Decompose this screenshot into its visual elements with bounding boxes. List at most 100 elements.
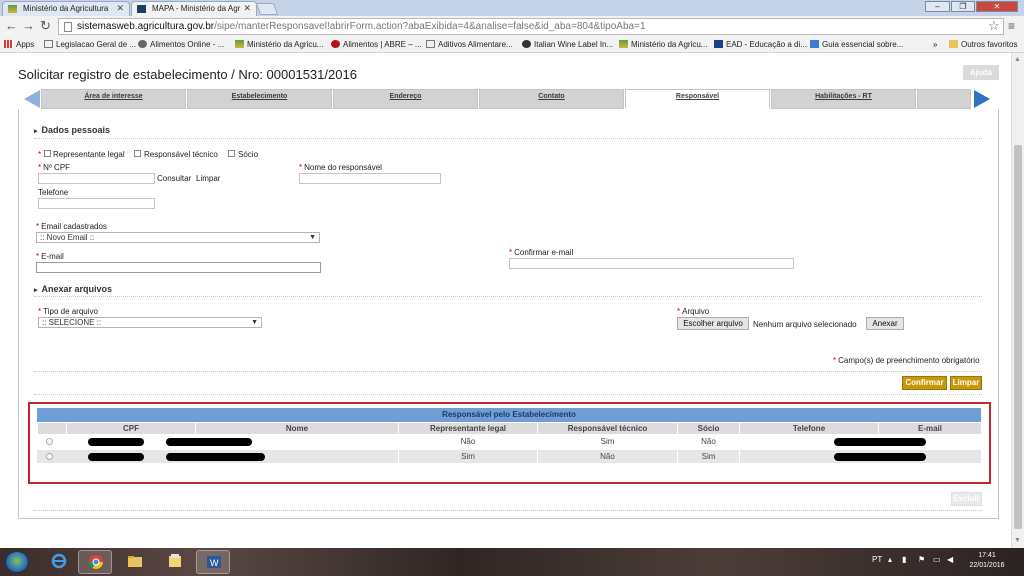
checkbox-technical-responsible[interactable] [134, 150, 141, 157]
cell-partner: Não [677, 435, 739, 448]
maximize-button[interactable]: ❐ [951, 1, 975, 12]
cell-legal: Não [398, 435, 537, 448]
scroll-up-icon[interactable]: ▲ [1014, 56, 1021, 63]
reload-icon[interactable]: ↻ [40, 18, 51, 34]
word-icon: W [207, 556, 221, 568]
ministry-favicon-icon [235, 40, 244, 48]
email-registered-select[interactable]: :: Novo Email :: ▼ [36, 232, 320, 243]
confirm-email-input[interactable] [509, 258, 794, 269]
bookmark-item[interactable]: Guia essencial sobre... [810, 40, 903, 49]
name-input[interactable] [299, 173, 441, 184]
file-type-select[interactable]: :: SELECIONE :: ▼ [38, 317, 262, 328]
clear-cpf-button[interactable]: Limpar [196, 174, 220, 183]
monitor-icon[interactable]: ▭ [933, 555, 941, 564]
redacted-cpf [88, 453, 144, 461]
next-tab-arrow-icon[interactable] [974, 90, 990, 108]
taskbar-libraries[interactable] [158, 550, 192, 574]
confirm-email-label: * Confirmar e-mail [509, 248, 574, 257]
volume-icon[interactable]: ◀ [947, 555, 953, 564]
checkbox-legal-representative[interactable] [44, 150, 51, 157]
tab-estabelecimento[interactable]: Estabelecimento [187, 89, 332, 109]
clock-time: 17:41 [978, 552, 996, 559]
language-indicator[interactable]: PT [872, 555, 882, 564]
tab-contato[interactable]: Contato [479, 89, 624, 109]
table-row[interactable]: Não Sim Não [37, 435, 981, 448]
browser-tab-active[interactable]: MAPA - Ministério da Agr ✕ [131, 1, 257, 16]
bookmark-item[interactable]: Legislacao Geral de ... [44, 40, 136, 49]
divider [34, 138, 982, 139]
redacted-cpf [88, 438, 144, 446]
table-header-cell: Sócio [677, 423, 739, 434]
browser-tab-title: MAPA - Ministério da Agr [152, 4, 241, 13]
bookmark-item[interactable]: Ministério da Agricu... [619, 40, 707, 49]
email-input[interactable] [36, 262, 321, 273]
address-bar[interactable]: sistemasweb.agricultura.gov.br/sipe/mant… [58, 18, 1004, 35]
tab-habilitacoes-rt[interactable]: Habilitações - RT [771, 89, 916, 109]
cpf-input[interactable] [38, 173, 155, 184]
confirm-button[interactable]: Confirmar [902, 376, 947, 390]
page-icon [44, 40, 53, 48]
scroll-down-icon[interactable]: ▼ [1014, 537, 1021, 544]
consult-button[interactable]: Consultar [157, 174, 191, 183]
new-tab-button[interactable] [255, 3, 279, 15]
close-tab-icon[interactable]: ✕ [243, 3, 251, 14]
page-title: Solicitar registro de estabelecimento / … [18, 67, 357, 82]
chrome-icon [89, 555, 103, 569]
divider [34, 510, 982, 511]
clock[interactable]: 17:41 22/01/2016 [962, 551, 1012, 571]
flag-icon[interactable]: ⚑ [918, 555, 925, 564]
monitor-favicon-icon [137, 5, 146, 13]
wine-favicon-icon [522, 40, 531, 48]
table-row[interactable]: Sim Não Sim [37, 450, 981, 463]
bookmark-star-icon[interactable]: ☆ [988, 18, 1000, 34]
browser-toolbar: ← → ↻ sistemasweb.agricultura.gov.br/sip… [0, 16, 1024, 37]
url-host: sistemasweb.agricultura.gov.br [77, 21, 215, 32]
menu-icon[interactable]: ≡ [1008, 19, 1015, 33]
tab-area-interesse[interactable]: Área de interesse [41, 89, 186, 109]
choose-file-button[interactable]: Escolher arquivo [677, 317, 749, 330]
taskbar-chrome[interactable] [78, 550, 112, 574]
back-arrow-icon[interactable]: ← [5, 18, 18, 33]
tab-responsavel[interactable]: Responsável [625, 89, 770, 109]
minimize-button[interactable]: – [925, 1, 950, 12]
taskbar-ie[interactable] [42, 550, 76, 574]
taskbar-word[interactable]: W [196, 550, 230, 574]
close-window-button[interactable]: ✕ [976, 1, 1018, 12]
cell-tech: Não [537, 450, 677, 463]
forward-arrow-icon[interactable]: → [22, 18, 35, 33]
required-marker: * [38, 150, 42, 159]
network-icon[interactable]: ▮ [902, 555, 906, 564]
start-button[interactable] [5, 551, 29, 573]
close-tab-icon[interactable]: ✕ [116, 3, 124, 14]
bookmark-item[interactable]: Alimentos Online - ... [138, 40, 224, 49]
previous-tab-arrow-icon[interactable] [24, 90, 40, 108]
divider [34, 371, 982, 372]
bookmark-apps[interactable]: Apps [4, 40, 34, 49]
dropdown-caret-icon: ▼ [251, 319, 258, 326]
bookmark-item[interactable]: Italian Wine Label In... [522, 40, 613, 49]
clear-button[interactable]: Limpar [950, 376, 982, 390]
phone-input[interactable] [38, 198, 155, 209]
page-scrollbar[interactable]: ▲ ▼ [1011, 53, 1024, 548]
tab-blank [917, 89, 971, 109]
bookmarks-overflow[interactable]: » [933, 40, 937, 49]
row-select-radio[interactable] [46, 438, 53, 445]
taskbar: W PT ▴ ▮ ⚑ ▭ ◀ 17:41 22/01/2016 [0, 548, 1024, 576]
row-select-radio[interactable] [46, 453, 53, 460]
scrollbar-thumb[interactable] [1014, 145, 1022, 529]
tray-arrow-icon[interactable]: ▴ [888, 555, 892, 564]
bookmark-item[interactable]: Aditivos Alimentare... [426, 40, 513, 49]
bookmark-item[interactable]: EAD - Educação a di... [714, 40, 807, 49]
table-header-select [37, 423, 66, 434]
bookmark-item[interactable]: Ministério da Agricu... [235, 40, 323, 49]
help-button[interactable]: Ajuda [963, 65, 999, 80]
bookmark-other-favorites[interactable]: Outros favoritos [949, 40, 1017, 49]
delete-button[interactable]: Excluir [951, 492, 982, 506]
attach-button[interactable]: Anexar [866, 317, 904, 330]
taskbar-explorer[interactable] [118, 550, 152, 574]
bookmark-item[interactable]: Alimentos | ABRE – ... [331, 40, 422, 49]
checkbox-partner[interactable] [228, 150, 235, 157]
tab-endereco[interactable]: Endereço [333, 89, 478, 109]
browser-tab[interactable]: Ministério da Agricultura ✕ [2, 1, 130, 16]
folder-icon [949, 40, 958, 48]
